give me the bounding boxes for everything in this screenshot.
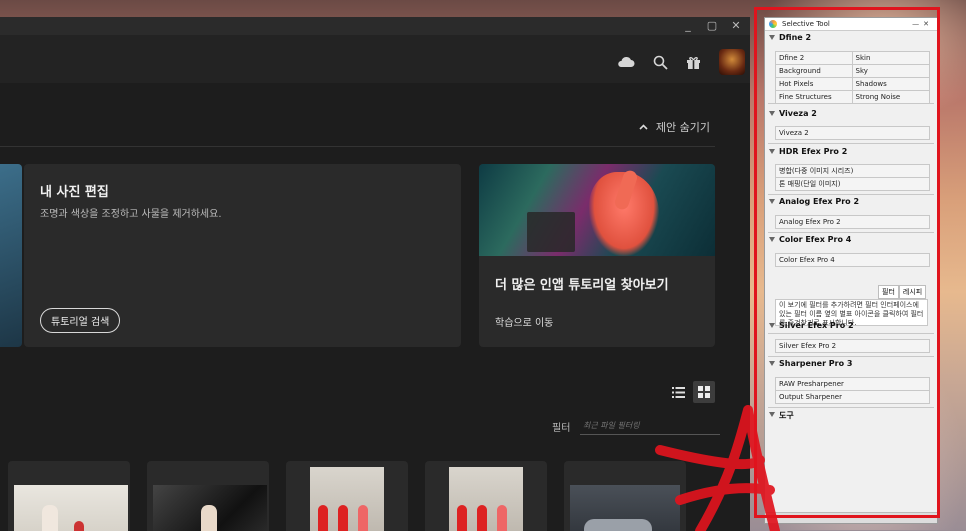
search-icon[interactable]: [653, 55, 668, 70]
selective-tool-title: Selective Tool: [782, 20, 830, 28]
silver-items: Silver Efex Pro 2: [775, 339, 930, 353]
top-icons: [617, 49, 745, 75]
chevron-up-icon: [639, 124, 648, 130]
tutorial-card-title: 더 많은 인앱 튜토리얼 찾아보기: [495, 278, 669, 293]
color-items: Color Efex Pro 4: [775, 253, 930, 267]
preset-color-efex[interactable]: Color Efex Pro 4: [776, 254, 929, 266]
filter-label: 필터: [552, 423, 571, 434]
section-analog-efex[interactable]: Analog Efex Pro 2: [765, 197, 859, 206]
annotation-scribble: [655, 405, 780, 531]
output-sharpener-item[interactable]: Output Sharpener: [776, 391, 929, 403]
recent-file-thumbnail[interactable]: [286, 461, 408, 531]
section-separator: [768, 103, 934, 104]
hdr-tonemap-item[interactable]: 톤 매핑(단일 이미지): [776, 178, 929, 190]
app-window: _ ▢ ✕ 제안 숨기기 내 사진 편집 조명과 색상을 조정하고 사물을 제거…: [0, 17, 750, 531]
section-dfine[interactable]: Dfine 2: [765, 33, 811, 42]
selective-tool-body: Dfine 2 Dfine 2 Skin Background Sky Hot …: [765, 31, 937, 523]
tutorial-card[interactable]: 더 많은 인앱 튜토리얼 찾아보기 학습으로 이동: [479, 164, 715, 347]
selective-tool-titlebar: Selective Tool —✕: [765, 18, 937, 31]
section-separator: [768, 333, 934, 334]
go-to-learn-link[interactable]: 학습으로 이동: [495, 314, 553, 329]
section-separator: [768, 356, 934, 357]
preset-viveza-2[interactable]: Viveza 2: [776, 127, 929, 139]
preset-shadows[interactable]: Shadows: [852, 78, 929, 91]
viveza-items: Viveza 2: [775, 126, 930, 140]
recent-files-grid: [8, 461, 686, 531]
preset-background[interactable]: Background: [776, 65, 853, 78]
section-separator: [768, 407, 934, 408]
section-separator: [768, 232, 934, 233]
title-bar: _ ▢ ✕: [0, 17, 750, 35]
section-viveza[interactable]: Viveza 2: [765, 109, 817, 118]
hdr-merge-item[interactable]: 병합(다중 이미지 시리즈): [776, 165, 929, 178]
edit-card-title: 내 사진 편집: [40, 185, 109, 200]
color-efex-tabs: 필터 레시피: [878, 285, 927, 299]
tab-recipes[interactable]: 레시피: [898, 285, 927, 299]
cloud-icon[interactable]: [617, 56, 635, 68]
maximize-button[interactable]: ▢: [704, 19, 720, 33]
tab-filters[interactable]: 필터: [878, 285, 899, 299]
preset-fine-structures[interactable]: Fine Structures: [776, 91, 853, 103]
preset-dfine-2[interactable]: Dfine 2: [776, 52, 853, 65]
home-content: 제안 숨기기 내 사진 편집 조명과 색상을 조정하고 사물을 제거하세요. 튜…: [0, 83, 750, 531]
selective-tool-controls[interactable]: —✕: [912, 18, 933, 30]
hide-suggestions-label: 제안 숨기기: [655, 121, 710, 134]
window-controls: _ ▢ ✕: [680, 19, 744, 33]
nik-logo-icon: [769, 20, 777, 28]
preset-analog-efex[interactable]: Analog Efex Pro 2: [776, 216, 929, 228]
section-separator: [768, 143, 934, 144]
raw-presharpener-item[interactable]: RAW Presharpener: [776, 378, 929, 391]
analog-items: Analog Efex Pro 2: [775, 215, 930, 229]
section-sharpener[interactable]: Sharpener Pro 3: [765, 359, 852, 368]
close-button[interactable]: ✕: [728, 19, 744, 33]
top-bar: [0, 35, 750, 84]
preset-strong-noise[interactable]: Strong Noise: [853, 91, 930, 103]
previous-suggestion-card[interactable]: [0, 164, 22, 347]
preset-hot-pixels[interactable]: Hot Pixels: [776, 78, 853, 91]
recent-file-thumbnail[interactable]: [8, 461, 130, 531]
edit-photo-card: 내 사진 편집 조명과 색상을 조정하고 사물을 제거하세요. 튜토리얼 검색: [24, 164, 461, 347]
section-divider: [0, 146, 715, 147]
section-separator: [768, 194, 934, 195]
tutorial-thumbnail: [479, 164, 715, 256]
search-tutorials-button[interactable]: 튜토리얼 검색: [40, 308, 121, 333]
scrollbar[interactable]: [765, 512, 937, 523]
recent-file-thumbnail[interactable]: [425, 461, 547, 531]
preset-skin[interactable]: Skin: [852, 52, 929, 65]
sharpener-items: RAW Presharpener Output Sharpener: [775, 377, 930, 404]
preset-silver-efex[interactable]: Silver Efex Pro 2: [776, 340, 929, 352]
section-color-efex[interactable]: Color Efex Pro 4: [765, 235, 851, 244]
section-silver-efex[interactable]: Silver Efex Pro 2: [765, 321, 854, 330]
recent-file-thumbnail[interactable]: [147, 461, 269, 531]
hdr-items: 병합(다중 이미지 시리즈) 톤 매핑(단일 이미지): [775, 164, 930, 191]
selective-tool-window: Selective Tool —✕ Dfine 2 Dfine 2 Skin B…: [764, 17, 938, 524]
section-hdr-efex[interactable]: HDR Efex Pro 2: [765, 147, 847, 156]
gift-icon[interactable]: [686, 55, 701, 70]
edit-card-description: 조명과 색상을 조정하고 사물을 제거하세요.: [40, 209, 222, 220]
hide-suggestions-button[interactable]: 제안 숨기기: [639, 119, 710, 135]
avatar[interactable]: [719, 49, 745, 75]
dfine-presets: Dfine 2 Skin Background Sky Hot Pixels S…: [775, 51, 930, 104]
minimize-button[interactable]: _: [680, 19, 696, 33]
preset-sky[interactable]: Sky: [852, 65, 929, 78]
